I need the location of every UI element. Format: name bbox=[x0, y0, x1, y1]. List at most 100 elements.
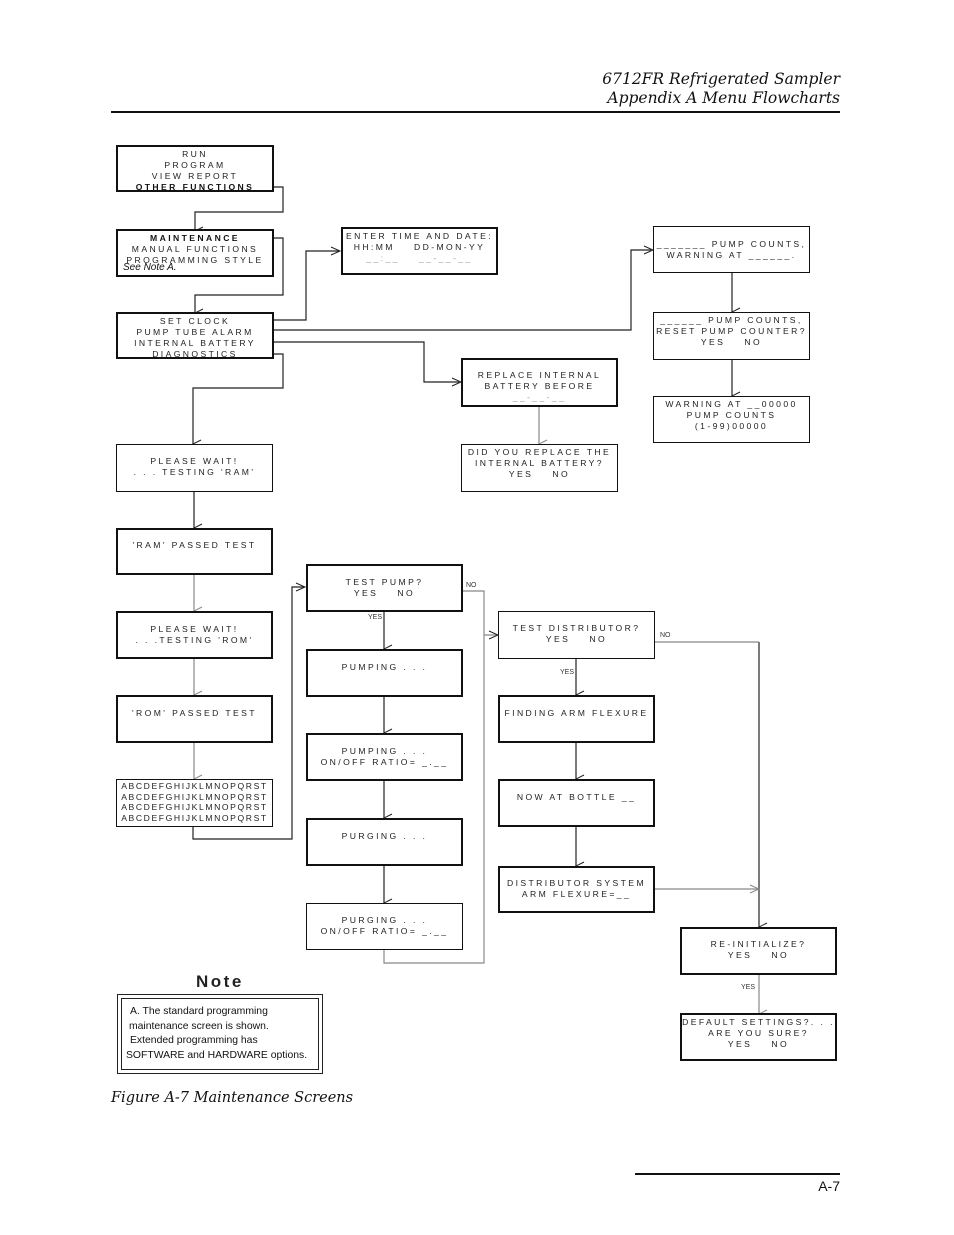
connector-main-to-other bbox=[195, 186, 284, 231]
screen-set-clock: ENTER TIME AND DATE: HH:MM DD-MON-YY __:… bbox=[341, 227, 498, 275]
screen-line-blank: __:__ __-__-__ bbox=[366, 253, 473, 263]
note-line: SOFTWARE and HARDWARE options. bbox=[126, 1049, 308, 1061]
note-line: maintenance screen is shown. bbox=[129, 1020, 269, 1032]
screen-line: ARM FLEXURE=__ bbox=[521, 889, 632, 899]
screen-line: YES NO bbox=[727, 950, 790, 960]
note-box: A. The standard programming maintenance … bbox=[117, 994, 323, 1074]
screen-line: ON/OFF RATIO= _.__ bbox=[320, 926, 449, 936]
screen-line: REPLACE INTERNAL bbox=[477, 370, 602, 380]
screen-now-at-bottle: NOW AT BOTTLE __ bbox=[498, 779, 655, 827]
screen-line: YES NO bbox=[353, 588, 416, 598]
connector-testpump-no bbox=[462, 590, 497, 636]
screen-purging-ratio: PURGING . . . ON/OFF RATIO= _.__ bbox=[306, 903, 463, 950]
screen-line: PUMP COUNTS bbox=[686, 410, 777, 420]
screen-line: HH:MM DD-MON-YY bbox=[353, 242, 486, 252]
screen-line: NOW AT BOTTLE __ bbox=[516, 792, 637, 802]
screen-line: ______ PUMP COUNTS, bbox=[660, 315, 803, 325]
screen-line: . . .TESTING 'ROM' bbox=[135, 635, 254, 645]
screen-pump-counts: _______ PUMP COUNTS, WARNING AT ______. bbox=[653, 226, 810, 273]
screen-line: PURGING . . . bbox=[341, 915, 428, 925]
screen-line: ABCDEFGHIJKLMNOPQRST bbox=[121, 781, 268, 791]
screen-line: YES NO bbox=[545, 634, 608, 644]
connector-battery bbox=[273, 341, 459, 383]
screen-warning-at: WARNING AT __00000 PUMP COUNTS (1-99)000… bbox=[653, 396, 810, 443]
screen-display-test: ABCDEFGHIJKLMNOPQRST ABCDEFGHIJKLMNOPQRS… bbox=[116, 779, 273, 827]
screen-purging: PURGING . . . bbox=[306, 818, 463, 866]
figure-caption: Figure A-7 Maintenance Screens bbox=[111, 1090, 354, 1106]
screen-line: ENTER TIME AND DATE: bbox=[346, 231, 493, 241]
screen-reinitialize: RE-INITIALIZE? YES NO bbox=[680, 927, 837, 975]
screen-line: PLEASE WAIT! bbox=[150, 456, 239, 466]
screen-other-functions: MAINTENANCE MANUAL FUNCTIONS PROGRAMMING… bbox=[116, 229, 274, 277]
menu-line-other-functions: OTHER FUNCTIONS bbox=[135, 182, 255, 192]
screen-line: PUMPING . . . bbox=[341, 746, 428, 756]
screen-maintenance-menu: SET CLOCK PUMP TUBE ALARM INTERNAL BATTE… bbox=[116, 312, 274, 359]
screen-line: RESET PUMP COUNTER? bbox=[656, 326, 807, 336]
menu-line-pump-tube-alarm: PUMP TUBE ALARM bbox=[136, 327, 254, 337]
screen-line: DEFAULT SETTINGS?. . . bbox=[682, 1017, 835, 1027]
screen-rom-passed: 'ROM' PASSED TEST bbox=[116, 695, 273, 743]
screen-test-distributor: TEST DISTRIBUTOR? YES NO bbox=[498, 611, 655, 659]
screen-line: WARNING AT ______. bbox=[666, 250, 797, 260]
screen-line: FINDING ARM FLEXURE bbox=[504, 708, 649, 718]
label-reinitialize-yes: YES bbox=[741, 984, 756, 991]
screen-did-replace-battery: DID YOU REPLACE THE INTERNAL BATTERY? YE… bbox=[461, 444, 618, 492]
screen-line: 'ROM' PASSED TEST bbox=[132, 708, 257, 718]
screen-line: ON/OFF RATIO= _.__ bbox=[320, 757, 449, 767]
menu-line-internal-battery: INTERNAL BATTERY bbox=[134, 338, 256, 348]
screen-main-menu: RUN PROGRAM VIEW REPORT OTHER FUNCTIONS bbox=[116, 145, 274, 192]
menu-line-run: RUN bbox=[182, 149, 208, 159]
screen-ram-passed: 'RAM' PASSED TEST bbox=[116, 528, 273, 575]
screen-line: ABCDEFGHIJKLMNOPQRST bbox=[121, 802, 268, 812]
screen-line: DISTRIBUTOR SYSTEM bbox=[506, 878, 646, 888]
screen-line-blank: __-__-__ bbox=[512, 392, 567, 402]
page-number: A-7 bbox=[818, 1178, 840, 1194]
screen-line: ARE YOU SURE? bbox=[708, 1028, 809, 1038]
screen-line: ABCDEFGHIJKLMNOPQRST bbox=[121, 812, 268, 823]
menu-line-view-report: VIEW REPORT bbox=[151, 171, 239, 181]
screen-line: TEST PUMP? bbox=[345, 577, 424, 587]
screen-arm-flexure: DISTRIBUTOR SYSTEM ARM FLEXURE=__ bbox=[498, 866, 655, 913]
screen-line: ABCDEFGHIJKLMNOPQRST bbox=[121, 791, 268, 802]
screen-finding-arm: FINDING ARM FLEXURE bbox=[498, 695, 655, 743]
screen-replace-battery: REPLACE INTERNAL BATTERY BEFORE __-__-__ bbox=[461, 358, 618, 407]
note-title: Note bbox=[196, 972, 244, 991]
screen-reset-pump-counter: ______ PUMP COUNTS, RESET PUMP COUNTER? … bbox=[653, 312, 810, 360]
screen-line: _______ PUMP COUNTS, bbox=[656, 239, 807, 249]
screen-pumping-ratio: PUMPING . . . ON/OFF RATIO= _.__ bbox=[306, 733, 463, 781]
screen-line: BATTERY BEFORE bbox=[484, 381, 595, 391]
note-content: A. The standard programming maintenance … bbox=[121, 998, 319, 1070]
label-test-distributor-yes: YES bbox=[560, 669, 575, 676]
screen-test-pump: TEST PUMP? YES NO bbox=[306, 564, 463, 612]
screen-line: PURGING . . . bbox=[341, 831, 428, 841]
screen-line: (1-99)00000 bbox=[694, 421, 769, 431]
menu-line-set-clock: SET CLOCK bbox=[159, 316, 231, 326]
screen-line: PUMPING . . . bbox=[341, 662, 428, 672]
screen-line: YES NO bbox=[700, 337, 763, 347]
note-reference: See Note A. bbox=[123, 262, 177, 273]
screen-line: . . . TESTING 'RAM' bbox=[133, 467, 256, 477]
screen-line: TEST DISTRIBUTOR? bbox=[512, 623, 641, 633]
menu-line-maintenance: MAINTENANCE bbox=[150, 233, 240, 243]
label-test-pump-yes: YES bbox=[368, 614, 383, 621]
screen-pumping: PUMPING . . . bbox=[306, 649, 463, 697]
menu-line-program: PROGRAM bbox=[164, 160, 226, 170]
menu-line-manual-functions: MANUAL FUNCTIONS bbox=[131, 244, 259, 254]
footer-rule bbox=[635, 1173, 840, 1175]
screen-line: DID YOU REPLACE THE bbox=[467, 447, 612, 457]
screen-default-settings: DEFAULT SETTINGS?. . . ARE YOU SURE? YES… bbox=[680, 1013, 837, 1061]
connector-diagnostics bbox=[193, 353, 284, 444]
label-test-pump-no: NO bbox=[466, 582, 477, 589]
note-line: Extended programming has bbox=[130, 1035, 258, 1046]
screen-line: 'RAM' PASSED TEST bbox=[132, 540, 257, 550]
screen-line: RE-INITIALIZE? bbox=[710, 939, 807, 949]
label-test-distributor-no: NO bbox=[660, 632, 671, 639]
note-line: A. The standard programming bbox=[130, 1006, 268, 1017]
screen-testing-rom: PLEASE WAIT! . . .TESTING 'ROM' bbox=[116, 611, 273, 659]
screen-line: PLEASE WAIT! bbox=[150, 624, 239, 634]
menu-line-diagnostics: DIAGNOSTICS bbox=[152, 349, 238, 359]
screen-line: YES NO bbox=[508, 469, 571, 479]
screen-line: WARNING AT __00000 bbox=[665, 399, 798, 409]
screen-line: INTERNAL BATTERY? bbox=[475, 458, 604, 468]
screen-testing-ram: PLEASE WAIT! . . . TESTING 'RAM' bbox=[116, 444, 273, 492]
